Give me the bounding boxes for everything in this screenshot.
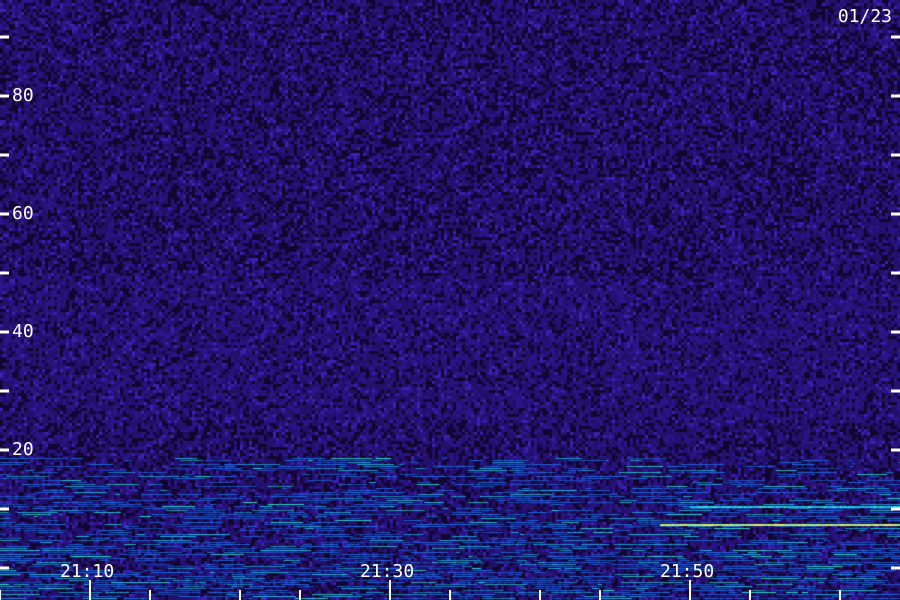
- spectrogram: 01/23 2040608010021:1021:3021:50: [0, 0, 900, 600]
- y-tick-label-40: 40: [12, 321, 34, 342]
- spectrogram-image: [0, 0, 900, 600]
- x-tick-label-2130: 21:30: [360, 561, 415, 582]
- spectrogram-plot: [0, 0, 900, 600]
- date-label: 01/23: [837, 6, 892, 27]
- x-tick-label-2110: 21:10: [60, 561, 115, 582]
- y-tick-label-60: 60: [12, 203, 34, 224]
- x-tick-label-2150: 21:50: [660, 561, 715, 582]
- y-tick-label-80: 80: [12, 85, 34, 106]
- y-tick-label-20: 20: [12, 439, 34, 460]
